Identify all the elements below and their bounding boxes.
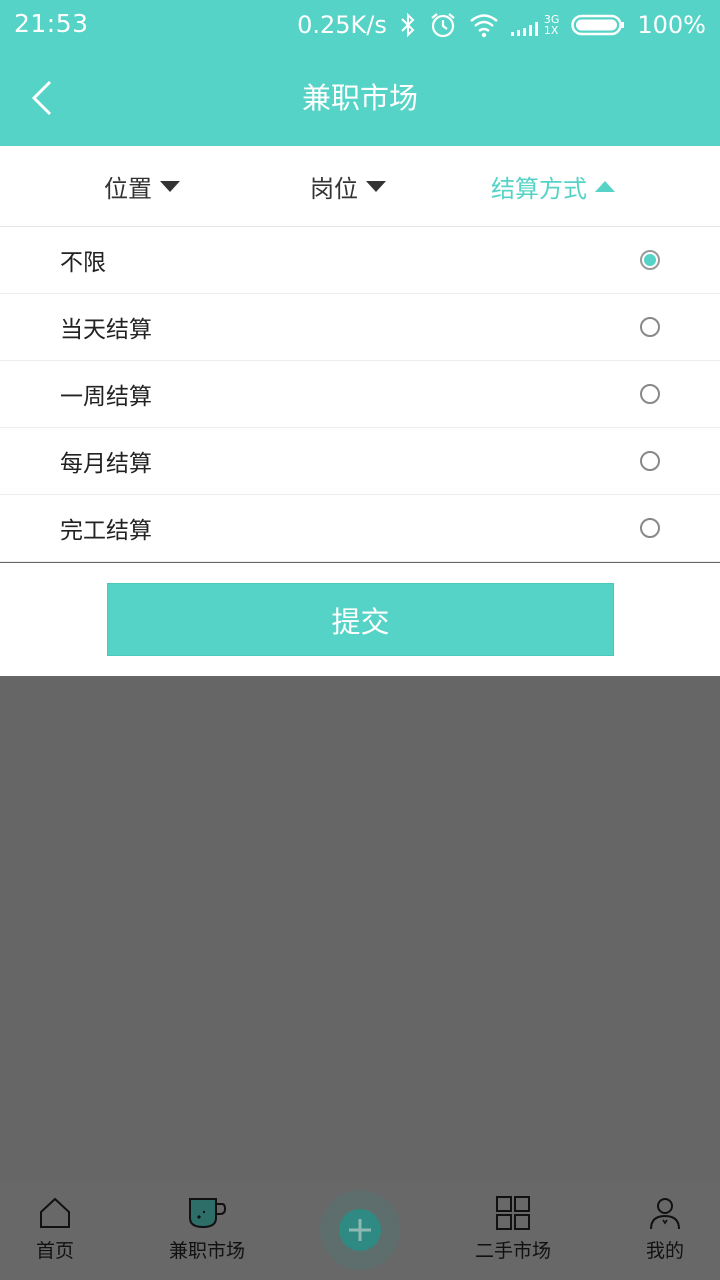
status-bar: 21:53 0.25K/s 3G 1X 100% bbox=[0, 0, 720, 50]
nav-me-label: 我的 bbox=[645, 1240, 684, 1262]
radio-unchecked-icon[interactable] bbox=[640, 384, 660, 404]
tab-location[interactable]: 位置 bbox=[104, 146, 180, 226]
option-label: 不限 bbox=[60, 250, 106, 276]
caret-up-icon bbox=[595, 180, 615, 192]
chevron-left-icon bbox=[31, 80, 52, 116]
radio-unchecked-icon[interactable] bbox=[640, 451, 660, 471]
option-same-day[interactable]: 当天结算 bbox=[0, 294, 720, 361]
cup-icon bbox=[189, 1198, 227, 1229]
option-monthly[interactable]: 每月结算 bbox=[0, 428, 720, 495]
bluetooth-icon bbox=[399, 12, 417, 38]
settlement-options-list: 不限 当天结算 一周结算 每月结算 完工结算 bbox=[0, 227, 720, 562]
user-icon bbox=[650, 1198, 680, 1230]
status-time: 21:53 bbox=[14, 9, 89, 38]
add-button-inner bbox=[339, 1209, 381, 1251]
tab-settlement[interactable]: 结算方式 bbox=[491, 146, 615, 226]
nav-part-time-label: 兼职市场 bbox=[168, 1240, 245, 1262]
bottom-nav: 首页 兼职市场 二手市场 我的 bbox=[0, 1180, 720, 1280]
radio-checked-icon[interactable] bbox=[640, 250, 660, 270]
home-icon bbox=[40, 1197, 70, 1228]
option-label: 完工结算 bbox=[60, 518, 152, 544]
option-unlimited[interactable]: 不限 bbox=[0, 227, 720, 294]
submit-button[interactable]: 提交 bbox=[107, 583, 614, 656]
app-bar: 兼职市场 bbox=[0, 50, 720, 146]
page-title: 兼职市场 bbox=[301, 81, 418, 115]
battery-icon bbox=[571, 13, 625, 37]
option-weekly[interactable]: 一周结算 bbox=[0, 361, 720, 428]
nav-second-hand[interactable]: 二手市场 bbox=[453, 1196, 573, 1263]
submit-area: 提交 bbox=[0, 563, 720, 676]
nav-home-label: 首页 bbox=[35, 1240, 74, 1262]
option-label: 每月结算 bbox=[60, 451, 152, 477]
tab-position-label: 岗位 bbox=[310, 174, 358, 203]
tab-position[interactable]: 岗位 bbox=[310, 146, 386, 226]
signal-icon: 3G 1X bbox=[510, 14, 559, 37]
net-speed: 0.25K/s bbox=[297, 11, 387, 39]
tab-location-label: 位置 bbox=[104, 174, 152, 203]
nav-second-hand-label: 二手市场 bbox=[474, 1240, 551, 1262]
nav-me[interactable]: 我的 bbox=[605, 1196, 720, 1263]
alarm-icon bbox=[429, 11, 457, 39]
battery-percent: 100% bbox=[637, 11, 706, 39]
radio-unchecked-icon[interactable] bbox=[640, 518, 660, 538]
caret-down-icon bbox=[366, 180, 386, 192]
radio-unchecked-icon[interactable] bbox=[640, 317, 660, 337]
option-on-completion[interactable]: 完工结算 bbox=[0, 495, 720, 562]
nav-home[interactable]: 首页 bbox=[0, 1196, 115, 1263]
plus-icon bbox=[349, 1219, 371, 1241]
grid-icon bbox=[496, 1196, 530, 1230]
dim-overlay[interactable] bbox=[0, 676, 720, 1180]
add-button[interactable] bbox=[320, 1190, 400, 1270]
status-indicators: 0.25K/s 3G 1X 100% bbox=[297, 9, 706, 41]
filter-bar: 位置 岗位 结算方式 bbox=[0, 146, 720, 227]
back-button[interactable] bbox=[20, 76, 64, 120]
option-label: 一周结算 bbox=[60, 384, 152, 410]
option-label: 当天结算 bbox=[60, 317, 152, 343]
signal-type-bottom: 1X bbox=[543, 24, 559, 37]
wifi-icon bbox=[469, 12, 499, 38]
caret-down-icon bbox=[160, 180, 180, 192]
tab-settlement-label: 结算方式 bbox=[491, 174, 587, 203]
nav-part-time[interactable]: 兼职市场 bbox=[147, 1196, 267, 1263]
